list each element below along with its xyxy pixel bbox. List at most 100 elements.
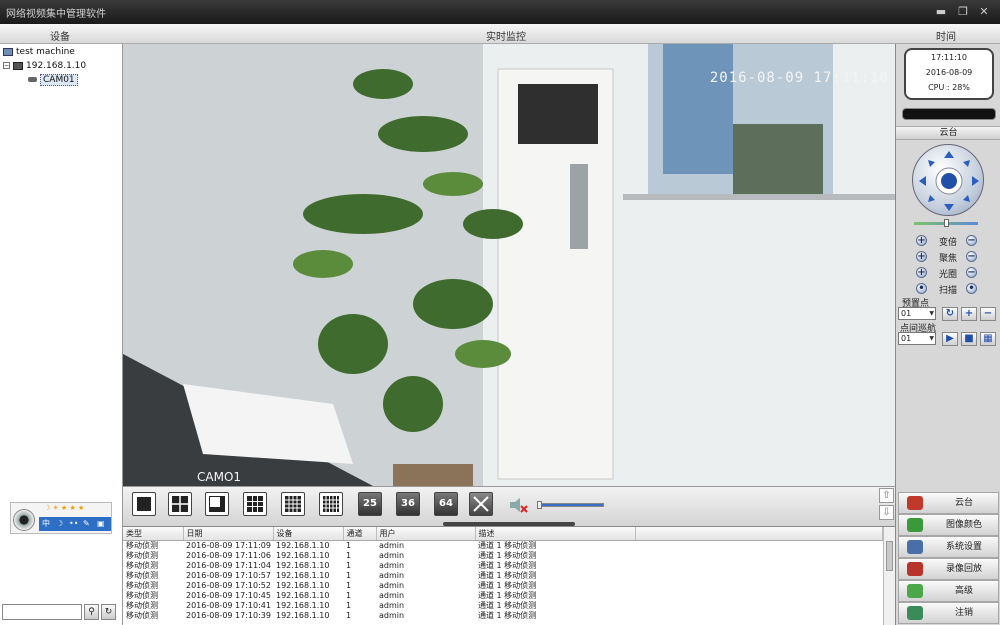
table-cell-filler — [635, 561, 882, 571]
ptz-down-left-icon[interactable] — [928, 195, 935, 202]
wrench-icon[interactable]: ✎ — [83, 517, 90, 531]
cruise-stop-icon[interactable]: ■ — [961, 332, 977, 346]
log-scrollbar[interactable] — [883, 527, 895, 625]
ptz-joystick[interactable] — [912, 144, 984, 216]
table-row[interactable]: 移动侦测 2016-08-09 17:10:57 192.168.1.10 1 admi… — [123, 571, 882, 581]
menu-item-icon — [907, 518, 923, 532]
menu-item-label: 系统设置 — [945, 542, 982, 552]
col-channel-header[interactable]: 通道 — [343, 527, 377, 541]
table-cell: admin — [379, 610, 405, 620]
menu-button[interactable]: 录像回放 — [898, 558, 999, 580]
menu-item-label: 云台 — [954, 498, 973, 508]
table-row[interactable]: 移动侦测 2016-08-09 17:10:45 192.168.1.10 1 admi… — [123, 591, 882, 601]
ptz-center-icon[interactable] — [941, 173, 957, 189]
cruise-play-icon[interactable]: ▶ — [942, 332, 958, 346]
table-cell-filler — [635, 591, 882, 601]
menu-button[interactable]: 云台 — [898, 492, 999, 514]
ptz-increase-icon[interactable]: + — [916, 267, 927, 278]
close-icon[interactable]: ✕ — [978, 6, 990, 18]
cruise-select[interactable]: 01 — [898, 332, 936, 345]
mute-icon[interactable] — [507, 495, 529, 515]
layout-4-button[interactable] — [168, 492, 192, 516]
moon-icon[interactable]: ☽ — [56, 517, 63, 531]
col-type-header[interactable]: 类型 — [123, 527, 184, 541]
ptz-up-left-icon[interactable] — [928, 160, 935, 167]
ptz-speed-slider[interactable] — [914, 219, 978, 227]
table-row[interactable]: 移动侦测 2016-08-09 17:11:09 192.168.1.10 1 admi… — [123, 540, 882, 551]
ptz-down-icon[interactable] — [944, 204, 954, 211]
table-cell: 2016-08-09 17:10:41 — [186, 600, 271, 610]
menu-button[interactable]: 高级 — [898, 580, 999, 602]
device-header: 设备 — [50, 32, 70, 43]
preset-call-icon[interactable]: ↻ — [942, 307, 958, 321]
col-device-header[interactable]: 设备 — [273, 527, 344, 541]
cruise-grid-icon[interactable]: ▦ — [980, 332, 996, 346]
layout-20-button[interactable] — [319, 492, 343, 516]
tree-search-input[interactable] — [2, 604, 82, 620]
ptz-down-right-icon[interactable] — [963, 195, 970, 202]
preset-select[interactable]: 01 — [898, 307, 936, 320]
ptz-speed-thumb[interactable] — [944, 219, 949, 227]
ptz-increase-icon[interactable]: + — [916, 251, 927, 262]
table-cell: admin — [379, 540, 405, 550]
ptz-increase-icon[interactable]: • — [916, 283, 927, 294]
menu-button[interactable]: 注销 — [898, 602, 999, 624]
menu-button[interactable]: 图像颜色 — [898, 514, 999, 536]
input-method-icon[interactable]: 中 — [42, 517, 50, 531]
ptz-decrease-icon[interactable]: • — [966, 283, 977, 294]
ptz-decrease-icon[interactable]: − — [966, 267, 977, 278]
section-header-bar: 设备 实时监控 时间 — [0, 24, 1000, 44]
table-cell: admin — [379, 550, 405, 560]
layout-6-button[interactable] — [205, 492, 229, 516]
log-scrollbar-thumb[interactable] — [886, 541, 893, 571]
tree-device-item[interactable]: −192.168.1.10 — [3, 61, 86, 71]
volume-slider[interactable] — [537, 501, 604, 509]
preset-remove-icon[interactable]: − — [980, 307, 996, 321]
table-row[interactable]: 移动侦测 2016-08-09 17:10:52 192.168.1.10 1 admi… — [123, 581, 882, 591]
layout-1-button[interactable] — [132, 492, 156, 516]
ptz-left-icon[interactable] — [919, 176, 926, 186]
table-cell: 通道 1 移动侦测 — [478, 590, 537, 600]
cpu-usage: CPU : 28% — [928, 83, 970, 92]
search-icon[interactable]: ⚲ — [84, 604, 99, 620]
layout-9-button[interactable] — [243, 492, 267, 516]
layout-36-button[interactable]: 36 — [396, 492, 420, 516]
table-cell: admin — [379, 560, 405, 570]
tree-root-item[interactable]: test machine — [3, 47, 75, 57]
table-row[interactable]: 移动侦测 2016-08-09 17:11:06 192.168.1.10 1 admi… — [123, 551, 882, 561]
refresh-icon[interactable]: ↻ — [101, 604, 116, 620]
ptz-decrease-icon[interactable]: − — [966, 235, 977, 246]
col-user-header[interactable]: 用户 — [376, 527, 476, 541]
collapse-icon[interactable]: − — [3, 62, 10, 69]
layout-16-button[interactable] — [281, 492, 305, 516]
table-row[interactable]: 移动侦测 2016-08-09 17:10:41 192.168.1.10 1 admi… — [123, 601, 882, 611]
lock-icon[interactable]: ▣ — [97, 517, 105, 531]
table-cell: 192.168.1.10 — [276, 570, 330, 580]
col-date-header[interactable]: 日期 — [183, 527, 274, 541]
minimize-icon[interactable]: ▬ — [935, 6, 947, 18]
menu-item-icon — [907, 584, 923, 598]
ptz-up-icon[interactable] — [944, 151, 954, 158]
scroll-down-icon[interactable]: ⇩ — [879, 505, 894, 520]
restore-icon[interactable]: ❐ — [957, 6, 969, 18]
scroll-up-icon[interactable]: ⇧ — [879, 488, 894, 503]
menu-button[interactable]: 系统设置 — [898, 536, 999, 558]
table-row[interactable]: 移动侦测 2016-08-09 17:10:39 192.168.1.10 1 admi… — [123, 611, 882, 621]
layout-64-button[interactable]: 64 — [434, 492, 458, 516]
table-row[interactable]: 移动侦测 2016-08-09 17:11:04 192.168.1.10 1 admi… — [123, 561, 882, 571]
ptz-up-right-icon[interactable] — [963, 160, 970, 167]
dots-icon[interactable]: •• — [69, 517, 78, 531]
volume-slider-thumb[interactable] — [537, 501, 542, 509]
table-cell: 192.168.1.10 — [276, 540, 330, 550]
ptz-right-icon[interactable] — [972, 176, 979, 186]
table-cell: 192.168.1.10 — [276, 600, 330, 610]
menu-item-icon — [907, 606, 923, 620]
col-description-header[interactable]: 描述 — [475, 527, 636, 541]
ptz-decrease-icon[interactable]: − — [966, 251, 977, 262]
live-video-view[interactable]: 2016-08-09 17:11:10 CAMO1 — [123, 44, 895, 486]
tree-camera-item[interactable]: CAM01 — [28, 74, 78, 86]
fullscreen-button[interactable] — [469, 492, 493, 516]
ptz-increase-icon[interactable]: + — [916, 235, 927, 246]
preset-add-icon[interactable]: + — [961, 307, 977, 321]
layout-25-button[interactable]: 25 — [358, 492, 382, 516]
